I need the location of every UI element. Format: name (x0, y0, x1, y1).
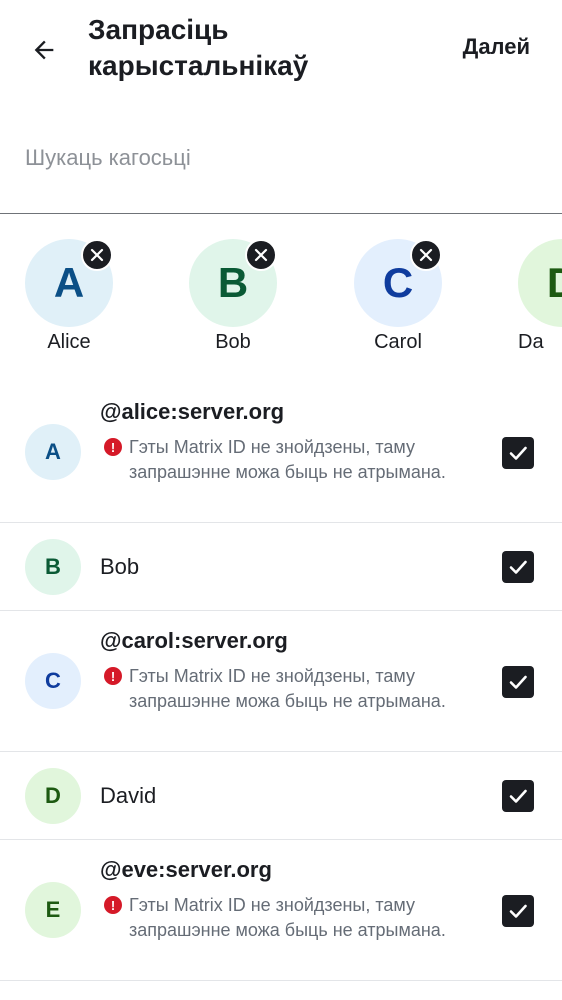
avatar: D (25, 768, 81, 824)
list-item[interactable]: B Bob (0, 523, 562, 611)
user-name: Bob (100, 554, 140, 579)
user-list: A @alice:server.org ! Гэты Matrix ID не … (0, 383, 562, 981)
close-icon (254, 248, 268, 262)
error-icon: ! (104, 438, 122, 456)
checkmark-icon (509, 675, 527, 689)
page-title: Запрасіць карыстальнікаў (88, 14, 309, 81)
user-id: @eve:server.org (100, 857, 272, 882)
error-icon: ! (104, 896, 122, 914)
selected-user-chip: D Da (518, 239, 562, 359)
chip-name: Alice (47, 331, 91, 353)
checkmark-icon (509, 446, 527, 460)
close-icon (419, 248, 433, 262)
warning-text: Гэты Matrix ID не знойдзены, таму запраш… (129, 666, 446, 711)
chip-name: Da (518, 331, 544, 353)
select-checkbox[interactable] (502, 895, 534, 927)
back-button[interactable] (22, 28, 66, 72)
top-app-bar: Запрасіць карыстальнікаў Далей (0, 0, 562, 110)
list-item[interactable]: D David (0, 752, 562, 840)
chip-name: Bob (215, 331, 251, 353)
search-field (0, 126, 562, 214)
list-item[interactable]: C @carol:server.org ! Гэты Matrix ID не … (0, 611, 562, 752)
checkmark-icon (509, 789, 527, 803)
user-id: @carol:server.org (100, 628, 288, 653)
warning-text: Гэты Matrix ID не знойдзены, таму запраш… (129, 437, 446, 482)
warning-text: Гэты Matrix ID не знойдзены, таму запраш… (129, 895, 446, 940)
avatar: A (25, 424, 81, 480)
select-checkbox[interactable] (502, 666, 534, 698)
user-name: David (100, 783, 157, 808)
close-icon (90, 248, 104, 262)
remove-user-button[interactable] (245, 239, 277, 271)
remove-user-button[interactable] (410, 239, 442, 271)
select-checkbox[interactable] (502, 551, 534, 583)
user-id: @alice:server.org (100, 399, 285, 424)
avatar: B (25, 539, 81, 595)
chip-name: Carol (374, 331, 422, 353)
avatar: D (518, 239, 562, 327)
list-item[interactable]: A @alice:server.org ! Гэты Matrix ID не … (0, 383, 562, 523)
selected-users-row: A Alice B Bob C Carol D Da (0, 214, 562, 372)
select-checkbox[interactable] (502, 780, 534, 812)
selected-user-chip: B Bob (189, 239, 277, 359)
checkmark-icon (509, 904, 527, 918)
remove-user-button[interactable] (81, 239, 113, 271)
select-checkbox[interactable] (502, 437, 534, 469)
avatar: E (25, 882, 81, 938)
error-icon: ! (104, 667, 122, 685)
selected-user-chip: A Alice (25, 239, 113, 359)
search-input[interactable] (25, 138, 535, 178)
selected-user-chip: C Carol (354, 239, 442, 359)
next-button[interactable]: Далей (463, 34, 530, 60)
arrow-left-icon (34, 40, 54, 60)
avatar: C (25, 653, 81, 709)
list-item[interactable]: E @eve:server.org ! Гэты Matrix ID не зн… (0, 840, 562, 981)
checkmark-icon (509, 560, 527, 574)
